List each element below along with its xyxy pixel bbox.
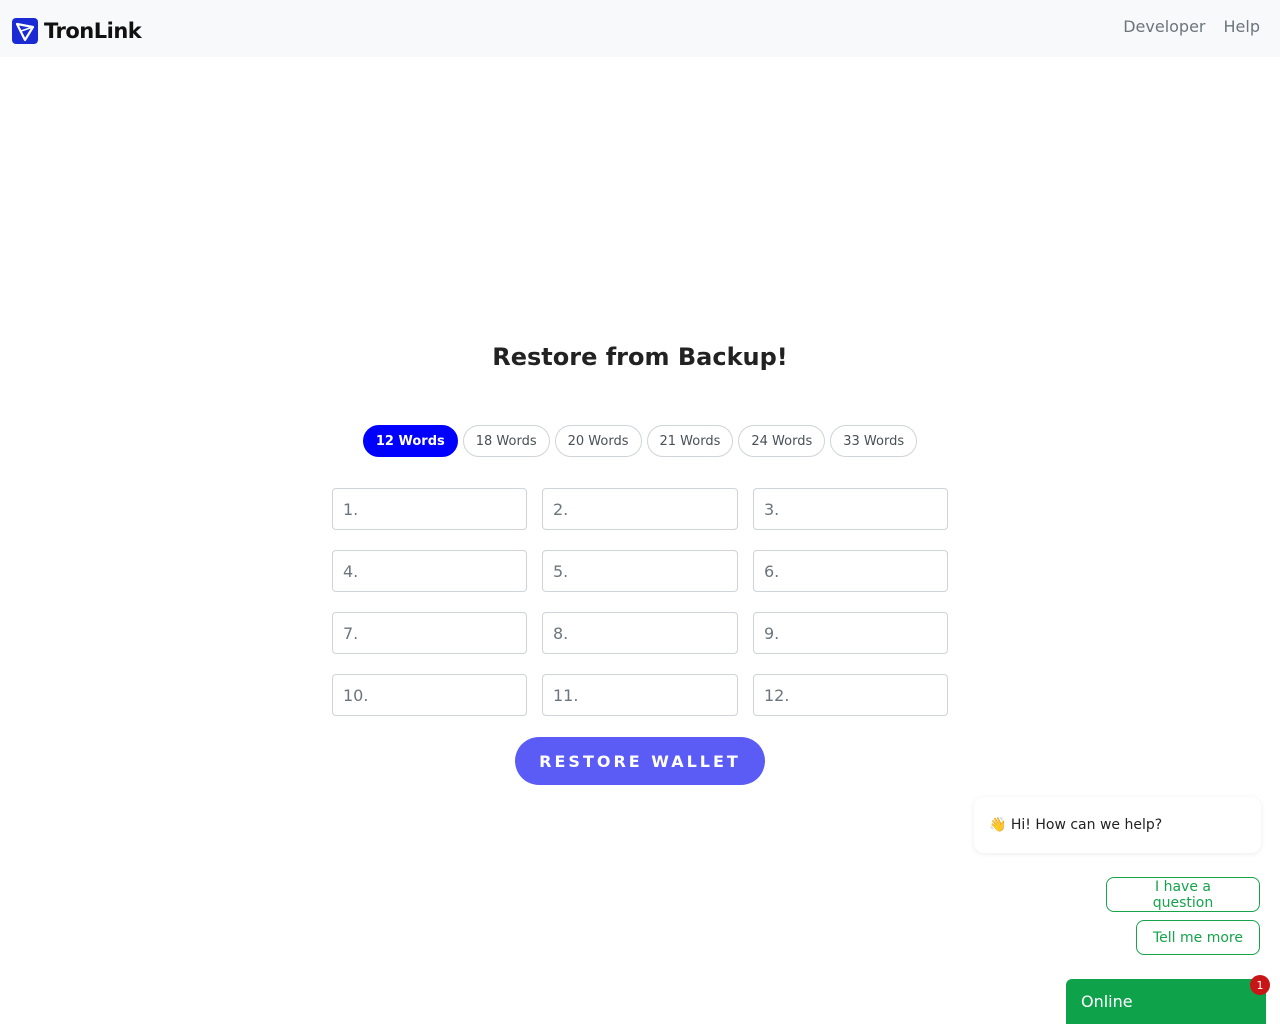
word-option-20[interactable]: 20 Words — [554, 425, 642, 457]
seed-word-input-11[interactable] — [542, 674, 738, 716]
seed-word-input-3[interactable] — [753, 488, 948, 530]
restore-wallet-button[interactable]: RESTORE WALLET — [515, 737, 765, 785]
chat-greeting-text: 👋 Hi! How can we help? — [989, 817, 1163, 833]
word-count-selector: 12 Words 18 Words 20 Words 21 Words 24 W… — [0, 425, 1280, 457]
seed-word-grid — [332, 488, 948, 716]
brand-logo[interactable]: TronLink — [12, 17, 142, 45]
word-option-12[interactable]: 12 Words — [362, 425, 458, 457]
seed-word-input-8[interactable] — [542, 612, 738, 654]
brand-name: TronLink — [44, 19, 142, 43]
word-option-24[interactable]: 24 Words — [738, 425, 826, 457]
nav-developer[interactable]: Developer — [1123, 17, 1205, 36]
chat-online-bar[interactable]: Online — [1066, 979, 1266, 1024]
seed-word-input-6[interactable] — [753, 550, 948, 592]
top-nav: Developer Help — [1123, 17, 1260, 36]
word-option-21[interactable]: 21 Words — [646, 425, 734, 457]
chat-status-label: Online — [1081, 992, 1133, 1011]
seed-word-input-9[interactable] — [753, 612, 948, 654]
seed-word-input-7[interactable] — [332, 612, 527, 654]
chat-greeting-bubble: 👋 Hi! How can we help? — [974, 797, 1261, 853]
chat-tell-more-button[interactable]: Tell me more — [1136, 920, 1260, 955]
seed-word-input-2[interactable] — [542, 488, 738, 530]
seed-word-input-4[interactable] — [332, 550, 527, 592]
seed-word-input-5[interactable] — [542, 550, 738, 592]
chat-question-button[interactable]: I have a question — [1106, 877, 1260, 912]
seed-word-input-10[interactable] — [332, 674, 527, 716]
nav-help[interactable]: Help — [1224, 17, 1260, 36]
tronlink-logo-icon — [12, 18, 38, 44]
word-option-18[interactable]: 18 Words — [462, 425, 550, 457]
header: TronLink Developer Help — [0, 0, 1280, 57]
seed-word-input-12[interactable] — [753, 674, 948, 716]
seed-word-input-1[interactable] — [332, 488, 527, 530]
chat-notification-badge: 1 — [1250, 975, 1270, 995]
page-title: Restore from Backup! — [492, 343, 788, 371]
word-option-33[interactable]: 33 Words — [830, 425, 918, 457]
